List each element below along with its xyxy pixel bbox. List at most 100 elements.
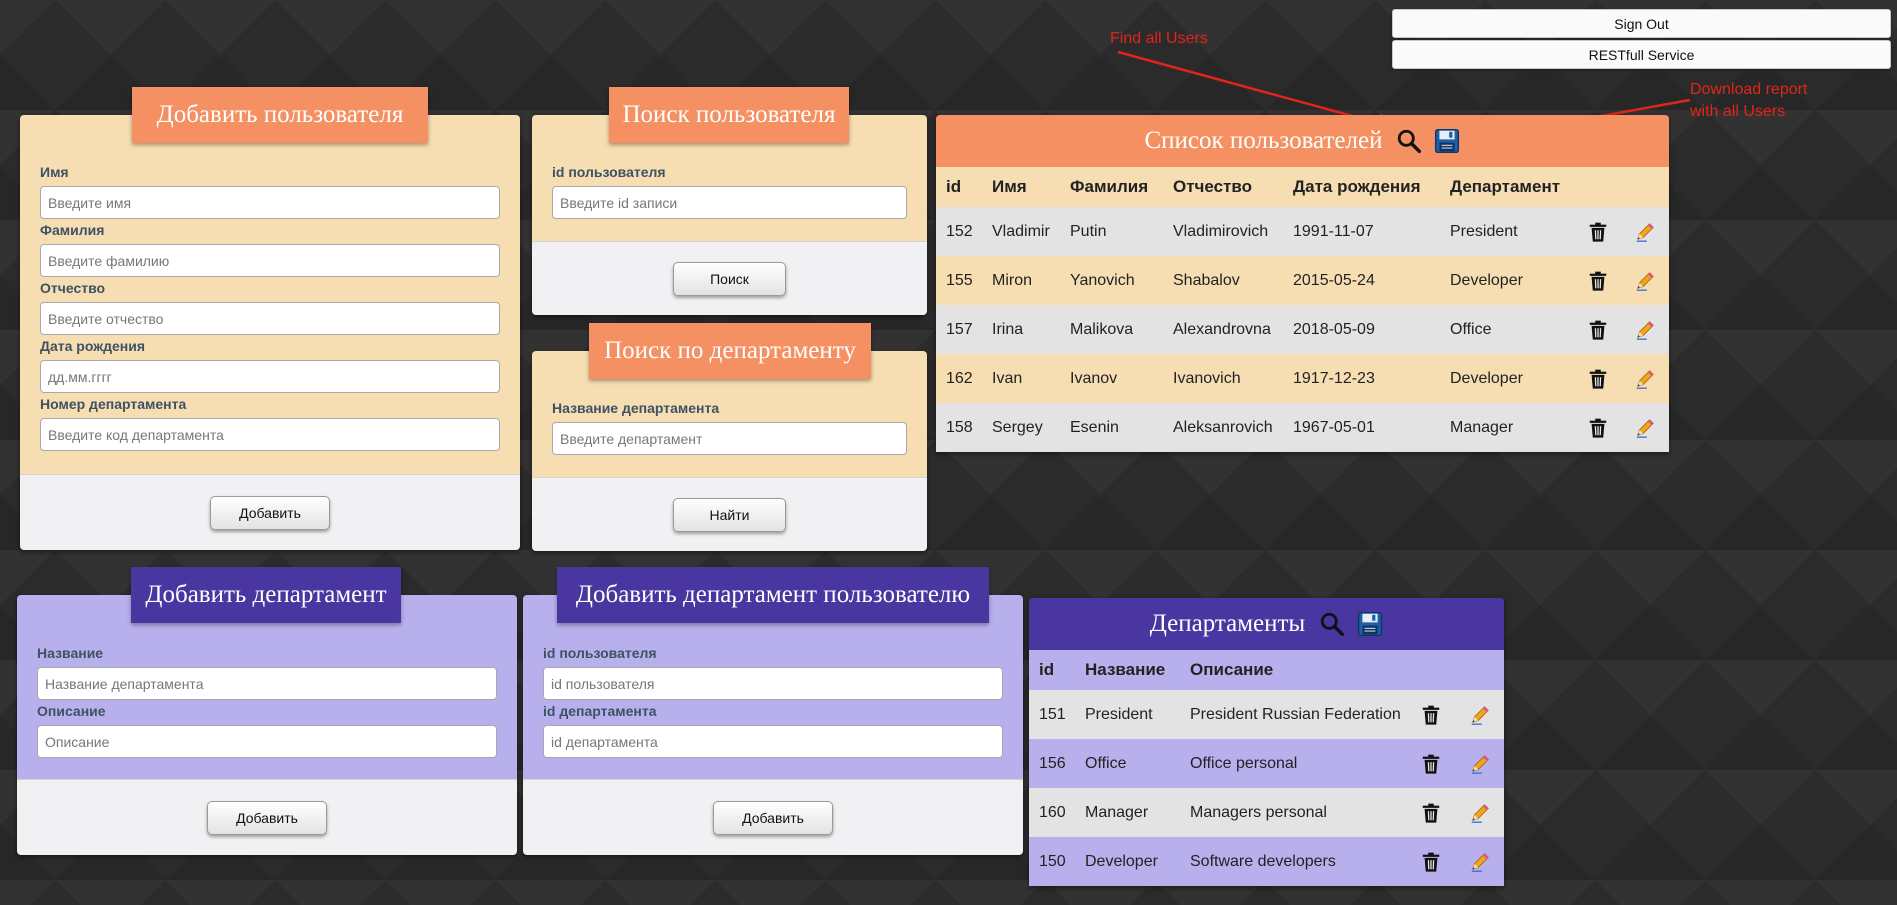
add-dept-to-user-button[interactable]: Добавить: [713, 800, 833, 835]
departments-table: id Название Описание 151 President Presi…: [1029, 650, 1504, 886]
col-dept-description: Описание: [1190, 660, 1274, 679]
col-last-name: Фамилия: [1070, 177, 1149, 196]
cell-dept-id: 151: [1039, 705, 1066, 723]
patronymic-label: Отчество: [40, 280, 106, 296]
cell-last-name: Esenin: [1070, 418, 1119, 436]
cell-dept-name: Developer: [1085, 852, 1158, 870]
add-user-button[interactable]: Добавить: [210, 495, 330, 530]
cell-dept-id: 156: [1039, 754, 1066, 772]
trash-icon[interactable]: [1587, 319, 1609, 341]
department-name-input[interactable]: [552, 422, 907, 455]
cell-patronymic: Alexandrovna: [1173, 320, 1271, 338]
col-birth-date: Дата рождения: [1293, 177, 1421, 196]
trash-icon[interactable]: [1587, 270, 1609, 292]
sign-out-button[interactable]: Sign Out: [1392, 9, 1891, 38]
pencil-icon[interactable]: [1634, 417, 1656, 439]
floppy-disk-icon[interactable]: [1357, 611, 1383, 637]
dept-description-input[interactable]: [37, 725, 497, 758]
pencil-icon[interactable]: [1469, 851, 1491, 873]
cell-department: Developer: [1450, 369, 1523, 387]
patronymic-input[interactable]: [40, 302, 500, 335]
cell-birth-date: 1991-11-07: [1293, 222, 1374, 240]
birth-date-input[interactable]: [40, 360, 500, 393]
cell-patronymic: Vladimirovich: [1173, 222, 1269, 240]
cell-birth-date: 1917-12-23: [1293, 369, 1375, 387]
trash-icon[interactable]: [1587, 417, 1609, 439]
user-id-input[interactable]: [543, 667, 1003, 700]
department-name-label: Название департамента: [552, 400, 720, 416]
users-table-title: Список пользователей: [1144, 127, 1383, 154]
add-dept-to-user-title: Добавить департамент пользователю: [557, 567, 989, 623]
add-department-button[interactable]: Добавить: [207, 800, 327, 835]
trash-icon[interactable]: [1587, 221, 1609, 243]
add-user-title: Добавить пользователя: [132, 87, 428, 143]
search-icon[interactable]: [1396, 128, 1422, 154]
cell-first-name: Miron: [992, 271, 1033, 289]
dept-id-input[interactable]: [543, 725, 1003, 758]
dept-description-label: Описание: [37, 703, 106, 719]
cell-birth-date: 2018-05-09: [1293, 320, 1375, 338]
last-name-input[interactable]: [40, 244, 500, 277]
search-user-id-input[interactable]: [552, 186, 907, 219]
dept-id-label: id департамента: [543, 703, 657, 719]
cell-dept-id: 150: [1039, 852, 1066, 870]
pencil-icon[interactable]: [1634, 319, 1656, 341]
cell-dept-id: 160: [1039, 803, 1066, 821]
users-table-head-row: id Имя Фамилия Отчество Дата рождения Де…: [936, 167, 1669, 207]
cell-id: 158: [946, 418, 973, 436]
search-user-id-label: id пользователя: [552, 164, 666, 180]
department-number-label: Номер департамента: [40, 396, 187, 412]
search-user-button[interactable]: Поиск: [673, 261, 786, 296]
col-patronymic: Отчество: [1173, 177, 1253, 196]
col-dept-id: id: [1039, 660, 1055, 679]
cell-id: 157: [946, 320, 973, 338]
search-user-panel: Поиск пользователя id пользователя Поиск: [532, 87, 927, 315]
cell-first-name: Irina: [992, 320, 1024, 338]
pencil-icon[interactable]: [1634, 270, 1656, 292]
col-delete: [1406, 650, 1456, 690]
search-icon[interactable]: [1319, 611, 1345, 637]
departments-table-panel: Департаменты id Название Описание 151 Pr…: [1029, 598, 1504, 886]
cell-department: President: [1450, 222, 1518, 240]
trash-icon[interactable]: [1420, 851, 1442, 873]
cell-last-name: Putin: [1070, 222, 1107, 240]
col-dept-name: Название: [1085, 660, 1166, 679]
cell-dept-description: Managers personal: [1190, 803, 1327, 821]
cell-last-name: Malikova: [1070, 320, 1134, 338]
birth-date-label: Дата рождения: [40, 338, 146, 354]
table-row: 158 Sergey Esenin Aleksanrovich 1967-05-…: [936, 403, 1669, 452]
trash-icon[interactable]: [1420, 753, 1442, 775]
cell-birth-date: 2015-05-24: [1293, 271, 1375, 289]
cell-patronymic: Aleksanrovich: [1173, 418, 1273, 436]
users-table-panel: Список пользователей id Имя Фамилия Отче…: [936, 115, 1669, 452]
departments-table-title: Департаменты: [1149, 610, 1306, 637]
first-name-label: Имя: [40, 164, 69, 180]
col-id: id: [946, 177, 962, 196]
cell-dept-description: Office personal: [1190, 754, 1298, 772]
trash-icon[interactable]: [1420, 802, 1442, 824]
pencil-icon[interactable]: [1469, 753, 1491, 775]
trash-icon[interactable]: [1587, 368, 1609, 390]
trash-icon[interactable]: [1420, 704, 1442, 726]
floppy-disk-icon[interactable]: [1434, 128, 1460, 154]
cell-dept-name: Manager: [1085, 803, 1149, 821]
find-department-button[interactable]: Найти: [672, 497, 787, 532]
col-edit: [1456, 650, 1504, 690]
col-first-name: Имя: [992, 177, 1027, 196]
pencil-icon[interactable]: [1634, 368, 1656, 390]
pencil-icon[interactable]: [1634, 221, 1656, 243]
table-row: 152 Vladimir Putin Vladimirovich 1991-11…: [936, 207, 1669, 256]
pencil-icon[interactable]: [1469, 704, 1491, 726]
cell-dept-description: President Russian Federation: [1190, 705, 1401, 723]
cell-department: Office: [1450, 320, 1492, 338]
last-name-label: Фамилия: [40, 222, 105, 238]
cell-id: 155: [946, 271, 973, 289]
dept-name-input[interactable]: [37, 667, 497, 700]
col-edit: [1621, 167, 1669, 207]
pencil-icon[interactable]: [1469, 802, 1491, 824]
department-number-input[interactable]: [40, 418, 500, 451]
user-id-label: id пользователя: [543, 645, 657, 661]
table-row: 150 Developer Software developers: [1029, 837, 1504, 886]
restful-service-button[interactable]: RESTfull Service: [1392, 40, 1891, 69]
first-name-input[interactable]: [40, 186, 500, 219]
